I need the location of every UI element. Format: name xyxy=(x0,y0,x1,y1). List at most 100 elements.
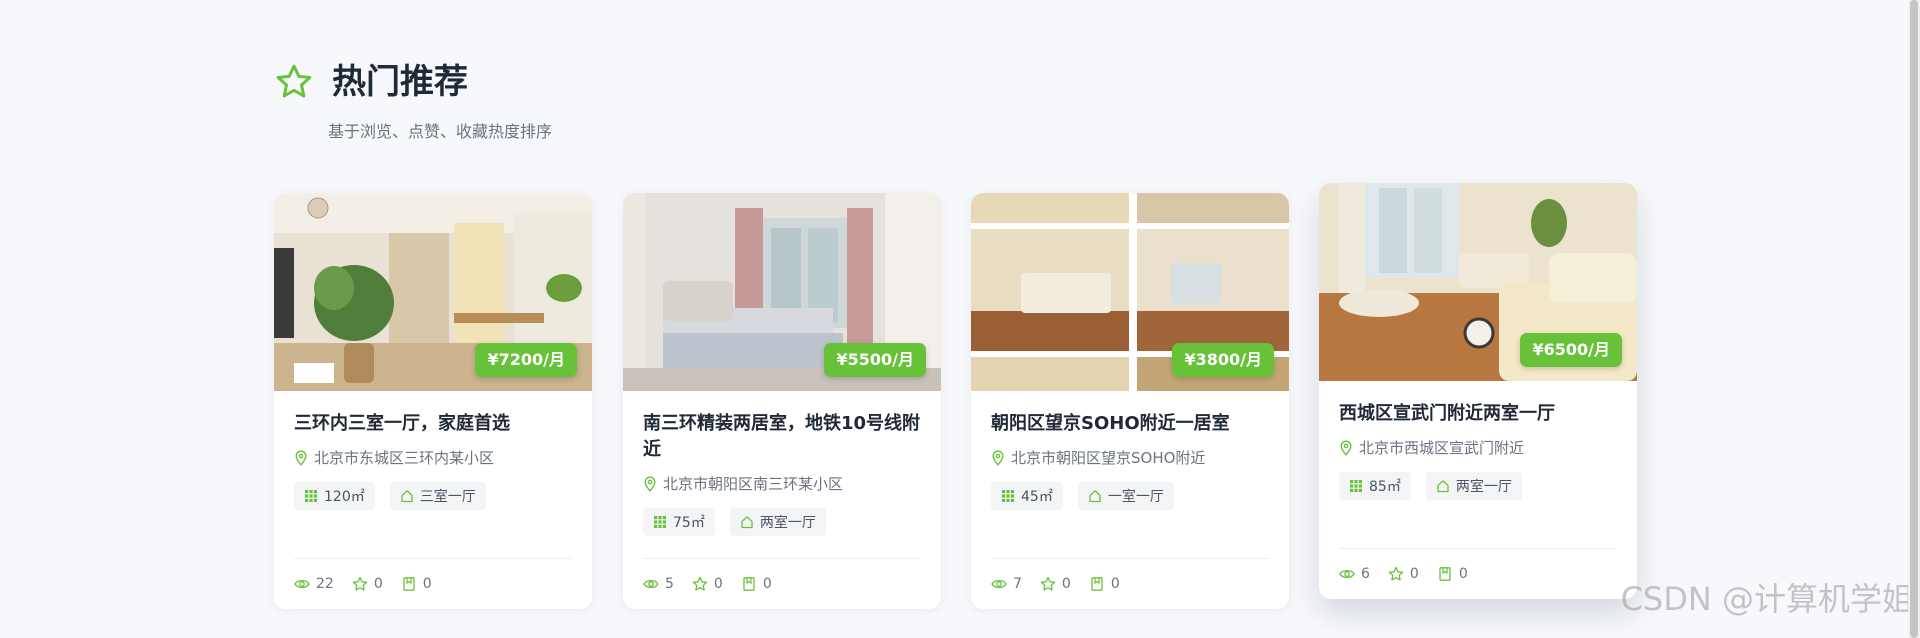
bookmark-icon xyxy=(743,577,755,591)
address-text: 北京市西城区宣武门附近 xyxy=(1359,439,1525,457)
house-icon xyxy=(1437,480,1449,493)
property-card[interactable]: ¥5500/月 南三环精装两居室，地铁10号线附近 北京市朝阳区南三环某小区 7… xyxy=(623,193,941,609)
property-card[interactable]: ¥6500/月 西城区宣武门附近两室一厅 北京市西城区宣武门附近 85㎡ 两室一… xyxy=(1319,183,1637,599)
views-stat: 7 xyxy=(991,576,1022,592)
area-text: 75㎡ xyxy=(673,515,705,531)
house-icon xyxy=(401,490,413,503)
star-icon xyxy=(1040,576,1056,591)
section-header: 热门推荐 基于浏览、点赞、收藏热度排序 xyxy=(274,60,552,142)
views-count: 6 xyxy=(1361,566,1370,582)
favorites-count: 0 xyxy=(422,576,432,592)
favorites-count: 0 xyxy=(762,576,772,592)
grid-icon xyxy=(305,490,317,502)
vertical-scrollbar[interactable] xyxy=(1908,0,1920,638)
star-icon xyxy=(352,576,368,591)
address: 北京市东城区三环内某小区 xyxy=(294,447,572,468)
price-badge: ¥6500/月 xyxy=(1520,333,1622,367)
house-icon xyxy=(1089,490,1101,503)
eye-icon xyxy=(294,579,310,589)
views-count: 7 xyxy=(1013,576,1022,592)
section-title: 热门推荐 xyxy=(332,62,468,102)
likes-count: 0 xyxy=(373,576,383,592)
layout-tag: 一室一厅 xyxy=(1077,482,1174,510)
layout-tag: 两室一厅 xyxy=(1425,472,1522,500)
area-text: 45㎡ xyxy=(1021,489,1053,505)
favorites-stat[interactable]: 0 xyxy=(401,576,432,592)
likes-stat[interactable]: 0 xyxy=(1388,566,1419,582)
eye-icon xyxy=(643,579,659,589)
card-stats: 5 0 0 xyxy=(643,558,921,609)
favorites-count: 0 xyxy=(1110,576,1120,592)
scrollbar-thumb[interactable] xyxy=(1910,0,1918,638)
location-pin-icon xyxy=(1340,439,1352,456)
area-tag: 45㎡ xyxy=(991,482,1063,510)
house-icon xyxy=(741,516,753,529)
grid-icon xyxy=(1002,490,1014,502)
bookmark-icon xyxy=(403,577,415,591)
tags: 45㎡ 一室一厅 xyxy=(991,482,1269,510)
price-badge: ¥7200/月 xyxy=(475,343,577,377)
likes-stat[interactable]: 0 xyxy=(692,576,723,592)
card-title[interactable]: 三环内三室一厅，家庭首选 xyxy=(294,411,572,437)
star-outline-icon xyxy=(276,64,312,98)
views-count: 22 xyxy=(316,576,334,592)
price-badge: ¥3800/月 xyxy=(1172,343,1274,377)
layout-tag: 三室一厅 xyxy=(389,482,486,510)
property-photo[interactable]: ¥3800/月 xyxy=(971,193,1289,391)
star-icon xyxy=(1388,566,1404,581)
bookmark-icon xyxy=(1439,567,1451,581)
card-title[interactable]: 朝阳区望京SOHO附近一居室 xyxy=(991,411,1269,437)
grid-icon xyxy=(1350,480,1362,492)
area-tag: 120㎡ xyxy=(294,482,375,510)
area-text: 120㎡ xyxy=(324,489,365,505)
views-count: 5 xyxy=(665,576,674,592)
area-text: 85㎡ xyxy=(1369,479,1401,495)
likes-stat[interactable]: 0 xyxy=(352,576,383,592)
card-stats: 6 0 0 xyxy=(1339,548,1617,599)
likes-stat[interactable]: 0 xyxy=(1040,576,1071,592)
address: 北京市西城区宣武门附近 xyxy=(1339,437,1617,458)
layout-text: 三室一厅 xyxy=(419,489,476,505)
watermark: CSDN @计算机学姐 xyxy=(1620,580,1914,618)
layout-tag: 两室一厅 xyxy=(729,508,826,536)
eye-icon xyxy=(1339,569,1355,579)
tags: 75㎡ 两室一厅 xyxy=(643,508,921,536)
layout-text: 两室一厅 xyxy=(759,515,816,531)
location-pin-icon xyxy=(644,475,656,492)
property-card[interactable]: ¥3800/月 朝阳区望京SOHO附近一居室 北京市朝阳区望京SOHO附近 45… xyxy=(971,193,1289,609)
likes-count: 0 xyxy=(713,576,723,592)
address-text: 北京市朝阳区望京SOHO附近 xyxy=(1011,449,1206,467)
location-pin-icon xyxy=(295,449,307,466)
address-text: 北京市东城区三环内某小区 xyxy=(314,449,495,467)
views-stat: 5 xyxy=(643,576,674,592)
tags: 120㎡ 三室一厅 xyxy=(294,482,572,510)
section-subtitle: 基于浏览、点赞、收藏热度排序 xyxy=(328,122,553,141)
favorites-count: 0 xyxy=(1458,566,1468,582)
favorites-stat[interactable]: 0 xyxy=(1089,576,1120,592)
tags: 85㎡ 两室一厅 xyxy=(1339,472,1617,500)
card-stats: 7 0 0 xyxy=(991,558,1269,609)
favorites-stat[interactable]: 0 xyxy=(741,576,772,592)
bookmark-icon xyxy=(1091,577,1103,591)
address: 北京市朝阳区南三环某小区 xyxy=(643,473,921,494)
property-photo[interactable]: ¥5500/月 xyxy=(623,193,941,391)
likes-count: 0 xyxy=(1409,566,1419,582)
address-text: 北京市朝阳区南三环某小区 xyxy=(663,475,844,493)
grid-icon xyxy=(654,516,666,528)
property-card[interactable]: ¥7200/月 三环内三室一厅，家庭首选 北京市东城区三环内某小区 120㎡ 三… xyxy=(274,193,592,609)
card-stats: 22 0 0 xyxy=(294,558,572,609)
star-icon xyxy=(692,576,708,591)
location-pin-icon xyxy=(992,449,1004,466)
card-title[interactable]: 南三环精装两居室，地铁10号线附近 xyxy=(643,411,921,463)
property-photo[interactable]: ¥7200/月 xyxy=(274,193,592,391)
area-tag: 85㎡ xyxy=(1339,472,1411,500)
card-title[interactable]: 西城区宣武门附近两室一厅 xyxy=(1339,401,1617,427)
layout-text: 一室一厅 xyxy=(1107,489,1164,505)
views-stat: 6 xyxy=(1339,566,1370,582)
property-photo[interactable]: ¥6500/月 xyxy=(1319,183,1637,381)
section-title-row: 热门推荐 xyxy=(274,60,552,104)
views-stat: 22 xyxy=(294,576,334,592)
price-badge: ¥5500/月 xyxy=(824,343,926,377)
favorites-stat[interactable]: 0 xyxy=(1437,566,1468,582)
area-tag: 75㎡ xyxy=(643,508,715,536)
